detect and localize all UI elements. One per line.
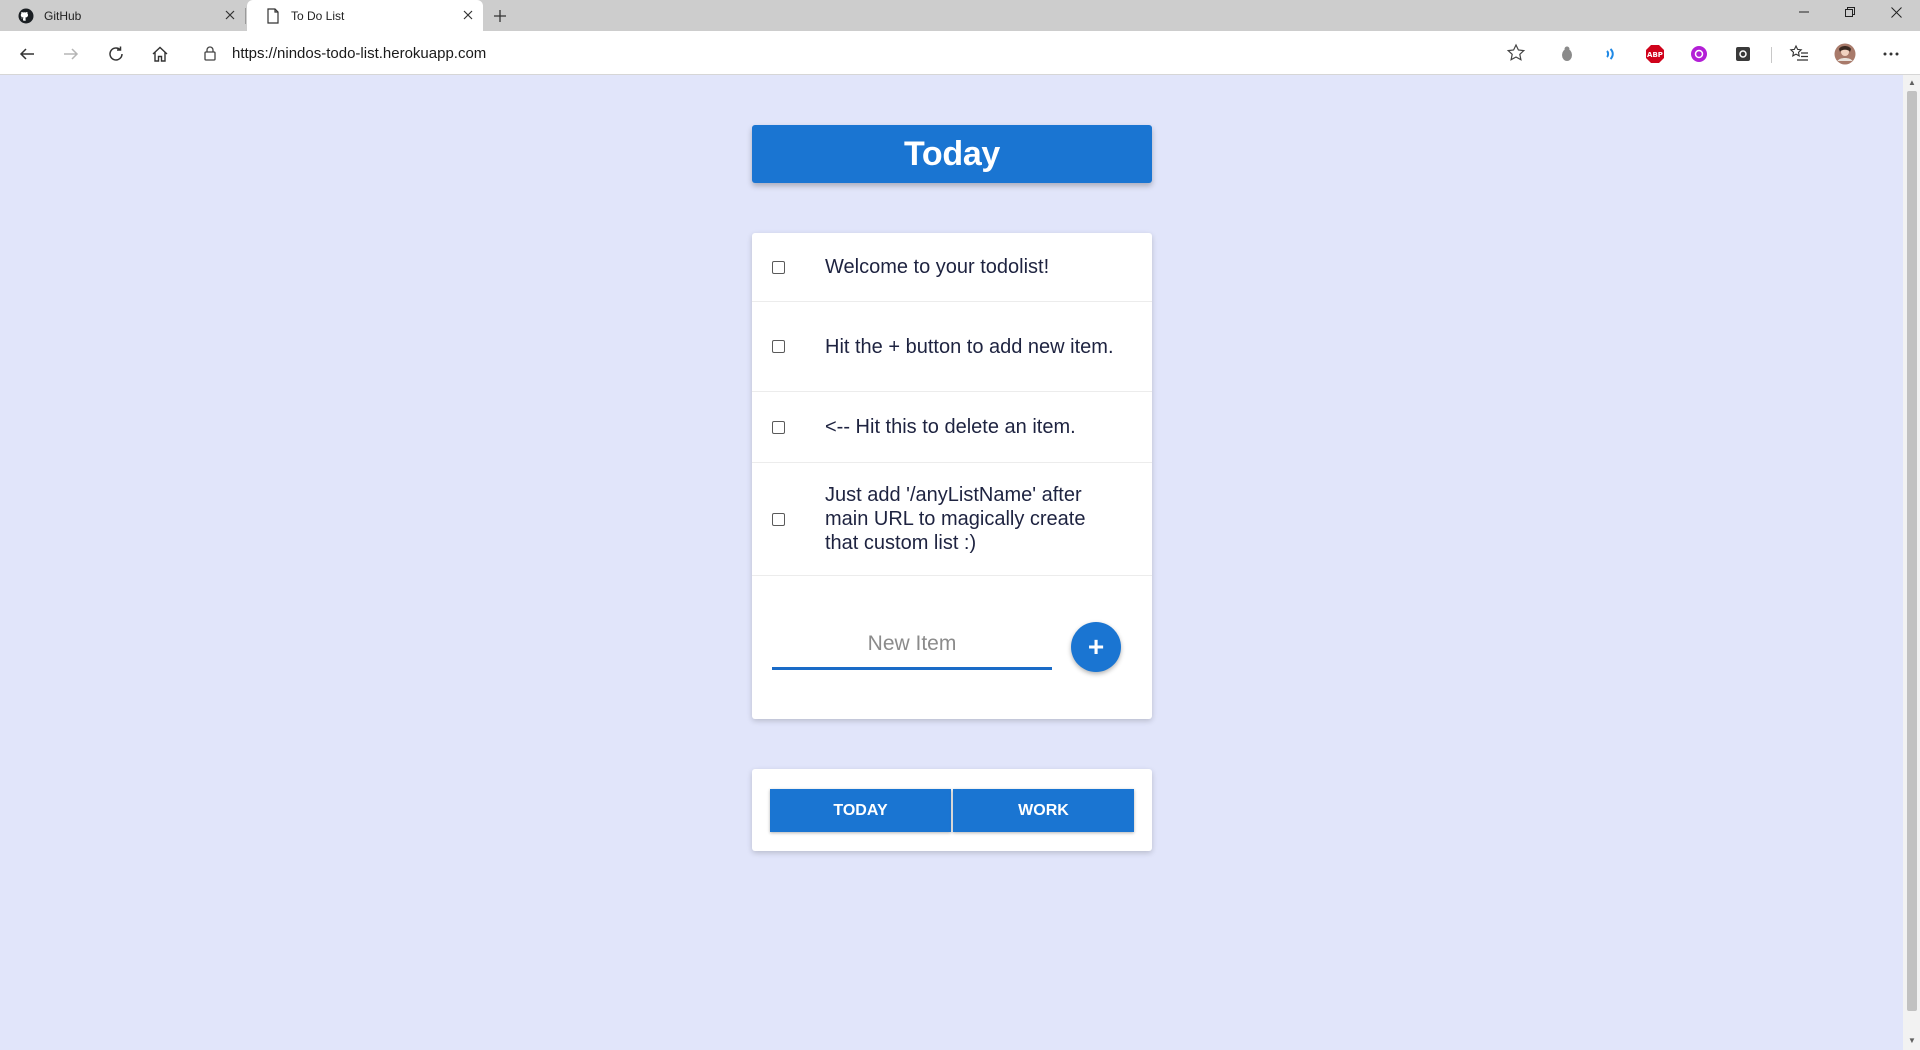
close-window-icon[interactable] xyxy=(1874,0,1918,24)
favorites-icon[interactable] xyxy=(1788,43,1810,65)
scrollbar-thumb[interactable] xyxy=(1907,91,1917,1011)
new-tab-icon[interactable] xyxy=(490,6,510,26)
list-nav-card: TODAY WORK xyxy=(752,769,1152,851)
github-icon xyxy=(18,8,34,24)
item-checkbox[interactable] xyxy=(772,340,785,353)
purple-extension-icon[interactable] xyxy=(1688,43,1710,65)
extension-icon[interactable] xyxy=(1556,43,1578,65)
adblock-icon[interactable]: ABP xyxy=(1644,43,1666,65)
address-bar[interactable]: https://nindos-todo-list.herokuapp.com xyxy=(188,37,1538,69)
work-list-button[interactable]: WORK xyxy=(953,789,1134,832)
browser-toolbar: https://nindos-todo-list.herokuapp.com A… xyxy=(0,31,1920,75)
audio-extension-icon[interactable] xyxy=(1600,43,1622,65)
back-icon[interactable] xyxy=(14,41,40,67)
list-item: Welcome to your todolist! xyxy=(752,233,1152,302)
close-icon[interactable] xyxy=(461,8,475,22)
item-checkbox[interactable] xyxy=(772,512,785,526)
tab-todo-list[interactable]: To Do List xyxy=(247,0,483,31)
todo-list-card: Welcome to your todolist! Hit the + butt… xyxy=(752,233,1152,719)
item-text: <-- Hit this to delete an item. xyxy=(825,416,1076,438)
home-icon[interactable] xyxy=(147,41,173,67)
url-text[interactable]: https://nindos-todo-list.herokuapp.com xyxy=(232,45,486,62)
item-checkbox[interactable] xyxy=(772,260,785,274)
more-options-icon[interactable] xyxy=(1880,43,1902,65)
minimize-icon[interactable] xyxy=(1782,0,1826,24)
profile-avatar[interactable] xyxy=(1834,43,1856,65)
list-item: <-- Hit this to delete an item. xyxy=(752,392,1152,463)
tab-title: GitHub xyxy=(44,8,82,23)
page-heading-box: Today xyxy=(752,125,1152,183)
item-checkbox[interactable] xyxy=(772,420,785,434)
shield-extension-icon[interactable] xyxy=(1732,43,1754,65)
page-title: Today xyxy=(903,134,1001,173)
lock-icon[interactable] xyxy=(202,45,218,61)
tab-title: To Do List xyxy=(291,8,345,23)
item-text: Just add '/anyListName' after main URL t… xyxy=(825,484,1086,554)
new-item-input[interactable] xyxy=(772,620,1052,670)
vertical-scrollbar[interactable]: ▲ ▼ xyxy=(1903,75,1920,1050)
tab-divider xyxy=(245,8,246,24)
item-text: Welcome to your todolist! xyxy=(825,256,1050,278)
forward-icon[interactable] xyxy=(58,41,84,67)
tab-github[interactable]: GitHub xyxy=(0,0,245,31)
toolbar-divider xyxy=(1771,47,1772,63)
refresh-icon[interactable] xyxy=(103,41,129,67)
list-item: Hit the + button to add new item. xyxy=(752,302,1152,392)
add-item-button[interactable]: + xyxy=(1071,622,1121,672)
scroll-down-icon[interactable]: ▼ xyxy=(1907,1036,1917,1046)
svg-text:ABP: ABP xyxy=(1647,51,1663,59)
today-list-button[interactable]: TODAY xyxy=(770,789,951,832)
favorite-star-icon[interactable] xyxy=(1506,43,1526,63)
scroll-up-icon[interactable]: ▲ xyxy=(1907,78,1917,88)
close-icon[interactable] xyxy=(223,8,237,22)
list-item: Just add '/anyListName' after main URL t… xyxy=(752,463,1152,576)
item-text: Hit the + button to add new item. xyxy=(825,335,1114,358)
page-icon xyxy=(265,7,281,24)
page-viewport: Today Welcome to your todolist! Hit the … xyxy=(0,75,1903,1050)
restore-icon[interactable] xyxy=(1828,0,1872,24)
tab-bar: GitHub To Do List xyxy=(0,0,1920,31)
